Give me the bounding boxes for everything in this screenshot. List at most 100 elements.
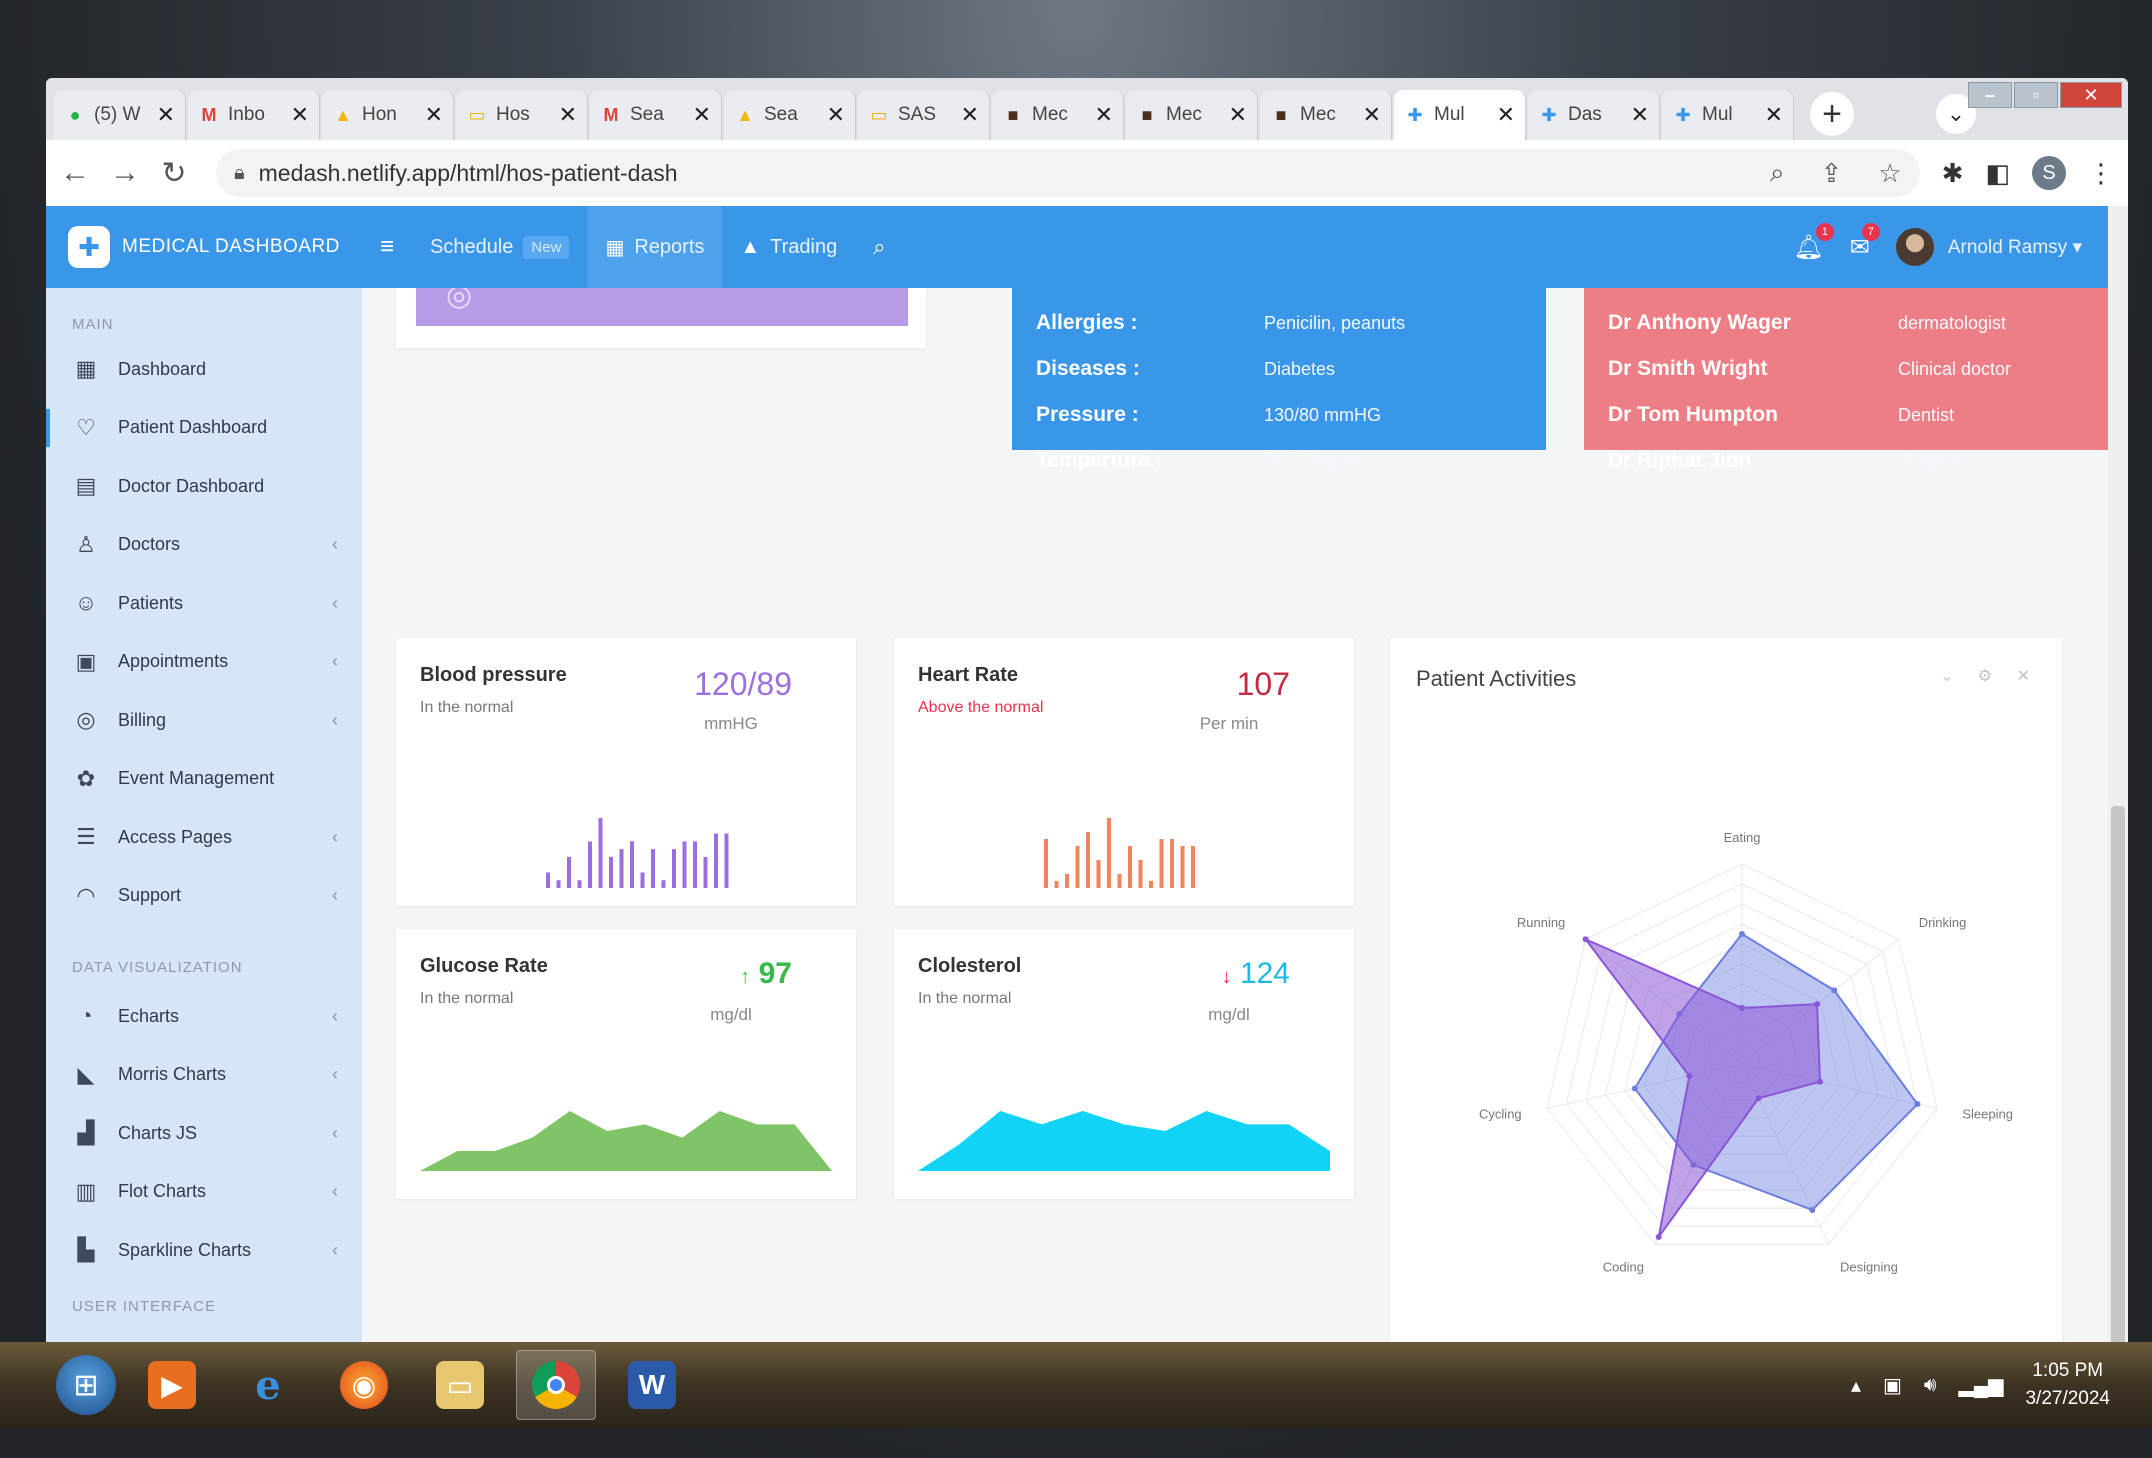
sidebar-item-label: Echarts [118, 1005, 180, 1026]
whatsapp-icon: ● [69, 104, 81, 125]
card-tools[interactable]: ⌄ ⚙ ✕ [1940, 666, 2040, 686]
menu-toggle-button[interactable]: ≡ [362, 206, 412, 288]
browser-tab[interactable]: ▲ Hon ✕ [322, 90, 454, 140]
sidebar-item-charts-js[interactable]: ▟ Charts JS ‹ [46, 1104, 362, 1163]
browser-tab[interactable]: ▭ SAS ✕ [858, 90, 990, 140]
url-input[interactable]: 🔒︎ medash.netlify.app/html/hos-patient-d… [216, 149, 1920, 197]
spark-bar [619, 849, 624, 888]
sidebar-item-doctor-dashboard[interactable]: ▤ Doctor Dashboard [46, 457, 362, 516]
tab-title: Hon [362, 104, 397, 125]
spark-bar [724, 833, 729, 888]
network-icon[interactable]: ▣ [1883, 1373, 1902, 1398]
radar-axis-label: Cycling [1479, 1106, 1522, 1121]
tab-close-icon[interactable]: ✕ [1229, 102, 1247, 128]
nav-search[interactable]: ⌕ [855, 206, 903, 288]
sidebar-item-morris-charts[interactable]: ◣ Morris Charts ‹ [46, 1046, 362, 1105]
zoom-icon[interactable]: ⌕ [1770, 157, 1785, 189]
tray-expand-icon[interactable]: ▴ [1851, 1373, 1861, 1398]
back-icon[interactable]: ← [60, 156, 90, 190]
tab-close-icon[interactable]: ✕ [1363, 102, 1381, 128]
taskbar-word[interactable]: W [612, 1350, 692, 1420]
taskbar-chrome[interactable] [516, 1350, 596, 1420]
radar-point [1914, 1101, 1921, 1108]
sidebar-item-sparkline-charts[interactable]: ▙ Sparkline Charts ‹ [46, 1221, 362, 1280]
info-key: Dr Riphat Jion [1608, 449, 1752, 472]
signal-icon[interactable]: ▂▄▆ [1959, 1373, 2004, 1398]
sidebar-item-billing[interactable]: ◎ Billing ‹ [46, 691, 362, 750]
taskbar-media-player[interactable]: ▶ [132, 1350, 212, 1420]
sidebar-item-appointments[interactable]: ▣ Appointments ‹ [46, 633, 362, 692]
profile-avatar[interactable]: S [2032, 156, 2066, 190]
browser-tab[interactable]: ✚ Das ✕ [1528, 90, 1660, 140]
browser-tab[interactable]: ✚ Mul ✕ [1662, 90, 1794, 140]
extensions-icon[interactable]: ✱ [1942, 158, 1964, 189]
tab-close-icon[interactable]: ✕ [1497, 102, 1515, 128]
tab-close-icon[interactable]: ✕ [425, 102, 443, 128]
sidebar-item-support[interactable]: ◠ Support ‹ [46, 867, 362, 926]
sidebar-item-patients[interactable]: ☺ Patients ‹ [46, 574, 362, 633]
sidebar-item-echarts[interactable]: ◔ Echarts ‹ [46, 987, 362, 1046]
browser-tab[interactable]: ■ Mec ✕ [992, 90, 1124, 140]
new-tab-button[interactable]: + [1810, 92, 1854, 136]
scroll-thumb[interactable] [2111, 806, 2125, 1396]
forward-icon[interactable]: → [110, 156, 140, 190]
browser-menu-icon[interactable]: ⋮ [2088, 158, 2114, 189]
start-button[interactable]: ⊞ [56, 1355, 116, 1415]
search-icon: ⌕ [873, 234, 886, 259]
vital-value: 107 [1236, 666, 1290, 702]
info-key: Dr Tom Humpton [1608, 403, 1778, 426]
tab-close-icon[interactable]: ✕ [827, 102, 845, 128]
browser-tab[interactable]: ■ Mec ✕ [1126, 90, 1258, 140]
maximize-button[interactable]: ▫ [2014, 82, 2058, 108]
tab-close-icon[interactable]: ✕ [1631, 102, 1649, 128]
browser-tab[interactable]: M Inbo ✕ [188, 90, 320, 140]
tab-close-icon[interactable]: ✕ [961, 102, 979, 128]
taskbar-explorer[interactable]: ▭ [420, 1350, 500, 1420]
sidebar-item-patient-dashboard[interactable]: ♡ Patient Dashboard [46, 399, 362, 458]
main-content: ◎ Allergies : Penicilin, peanuts Diseases … [362, 288, 2108, 1420]
nav-schedule[interactable]: Schedule New [412, 206, 587, 288]
clock-time: 1:05 PM [2032, 1360, 2104, 1381]
taskbar-firefox[interactable]: ◉ [324, 1350, 404, 1420]
sidebar-item-access-pages[interactable]: ☰ Access Pages ‹ [46, 808, 362, 867]
clock[interactable]: 1:05 PM 3/27/2024 [2025, 1357, 2110, 1413]
tab-close-icon[interactable]: ✕ [1095, 102, 1113, 128]
brand[interactable]: ✚ MEDICAL DASHBOARD [46, 226, 362, 268]
tab-close-icon[interactable]: ✕ [1765, 102, 1783, 128]
page-scrollbar[interactable] [2108, 206, 2128, 1420]
browser-tab[interactable]: ● (5) W ✕ [54, 90, 186, 140]
browser-tab[interactable]: ▭ Hos ✕ [456, 90, 588, 140]
close-window-button[interactable]: ✕ [2060, 82, 2122, 108]
dashboard-icon: ▦ [75, 356, 97, 382]
browser-tab[interactable]: ✚ Mul ✕ [1394, 90, 1526, 140]
taskbar-ie[interactable]: e [228, 1350, 308, 1420]
folder-icon: ▭ [436, 1361, 484, 1409]
tab-close-icon[interactable]: ✕ [291, 102, 309, 128]
sidebar-item-dashboard[interactable]: ▦ Dashboard [46, 340, 362, 399]
spark-bar [577, 880, 582, 888]
sidebar-item-flot-charts[interactable]: ▥ Flot Charts ‹ [46, 1163, 362, 1222]
tab-close-icon[interactable]: ✕ [559, 102, 577, 128]
reload-icon[interactable]: ↻ [160, 156, 188, 191]
browser-tab[interactable]: M Sea ✕ [590, 90, 722, 140]
volume-icon[interactable]: 🔊︎ [1924, 1374, 1937, 1397]
browser-tab[interactable]: ▲ Sea ✕ [724, 90, 856, 140]
tab-title: (5) W [94, 104, 141, 125]
sidebar-item-label: Doctors [118, 534, 181, 555]
notifications-button[interactable]: 🔔︎ 1 [1793, 222, 1834, 262]
browser-tab[interactable]: ■ Mec ✕ [1260, 90, 1392, 140]
nav-trading[interactable]: ▲ Trading [722, 206, 855, 288]
spark-bar [1191, 846, 1195, 888]
messages-button[interactable]: ✉ 7 [1850, 222, 1880, 262]
minimize-button[interactable]: – [1968, 82, 2012, 108]
tab-close-icon[interactable]: ✕ [157, 102, 175, 128]
sidebar-item-doctors[interactable]: ♙ Doctors ‹ [46, 516, 362, 575]
share-icon[interactable]: ⇪ [1821, 158, 1843, 189]
tab-close-icon[interactable]: ✕ [693, 102, 711, 128]
side-panel-icon[interactable]: ◧ [1985, 158, 2010, 189]
sidebar-item-event-management[interactable]: ✿ Event Management [46, 750, 362, 809]
user-menu[interactable]: Arnold Ramsy ▾ [1895, 228, 2082, 266]
bookmark-star-icon[interactable]: ☆ [1878, 158, 1901, 189]
nav-reports[interactable]: ▦ Reports [587, 206, 723, 288]
user-name: Arnold Ramsy ▾ [1947, 236, 2082, 258]
